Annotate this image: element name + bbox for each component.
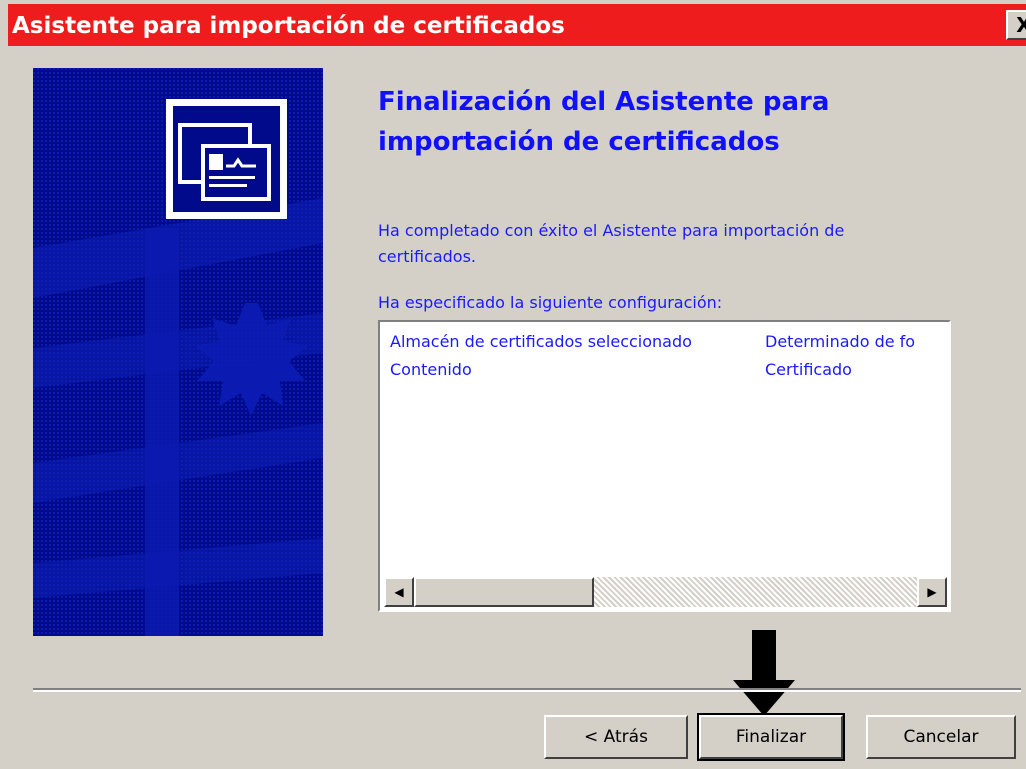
button-separator [33, 688, 1021, 692]
setting-value-store: Determinado de fo [765, 332, 916, 351]
setting-name-content: Contenido [390, 360, 472, 379]
scrollbar-thumb[interactable] [414, 577, 594, 607]
completion-message-line-1: Ha completado con éxito el Asistente par… [378, 221, 845, 240]
setting-name-store: Almacén de certificados seleccionado [390, 332, 692, 351]
import-wizard-dialog: Asistente para importación de certificad… [0, 0, 1026, 769]
title-bar[interactable]: Asistente para importación de certificad… [8, 4, 1026, 46]
back-button[interactable]: < Atrás [544, 715, 688, 759]
configuration-label: Ha especificado la siguiente configuraci… [378, 293, 723, 312]
certificate-icon [166, 99, 287, 219]
finish-button[interactable]: Finalizar [697, 713, 845, 761]
wizard-heading: Finalización del Asistente para importac… [378, 82, 978, 162]
wizard-side-banner [33, 68, 323, 636]
window-title: Asistente para importación de certificad… [12, 13, 565, 39]
horizontal-scrollbar[interactable]: ◀ ▶ [384, 577, 947, 607]
setting-value-content: Certificado [765, 360, 852, 379]
side-banner-art [33, 68, 323, 636]
completion-message-line-2: certificados. [378, 247, 476, 266]
arrow-left-icon[interactable]: ◀ [384, 577, 414, 607]
arrow-right-icon[interactable]: ▶ [917, 577, 947, 607]
down-arrow-pointer-icon [733, 630, 795, 716]
close-button[interactable]: X [1006, 10, 1026, 40]
settings-listbox[interactable]: Almacén de certificados seleccionado Det… [378, 320, 951, 612]
cancel-button[interactable]: Cancelar [866, 715, 1016, 759]
heading-line-1: Finalización del Asistente para [378, 87, 830, 117]
heading-line-2: importación de certificados [378, 127, 780, 157]
